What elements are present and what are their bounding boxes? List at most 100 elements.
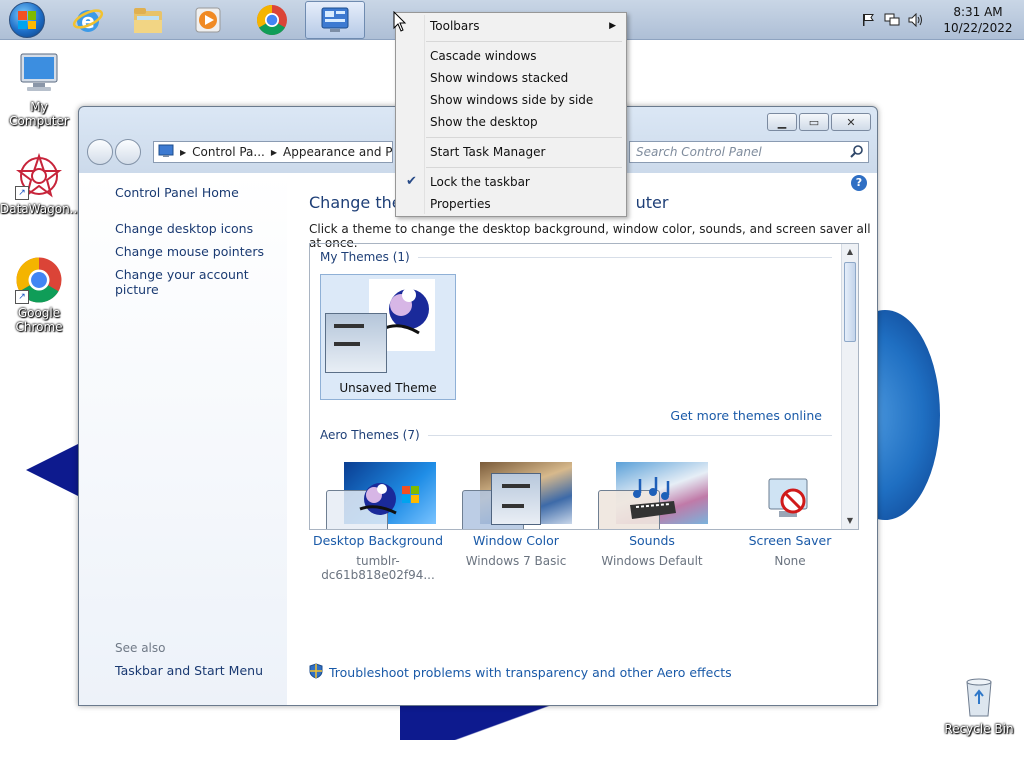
- file-explorer-button[interactable]: [120, 1, 176, 39]
- menu-item-label: Lock the taskbar: [430, 175, 530, 189]
- internet-explorer-icon: e: [72, 9, 104, 33]
- menu-separator: [426, 137, 622, 138]
- menu-item-lock-the-taskbar[interactable]: ✔ Lock the taskbar: [398, 171, 624, 193]
- screen-saver-value: None: [774, 554, 806, 568]
- desktop-icon-my-computer[interactable]: My Computer: [0, 50, 78, 128]
- menu-item-properties[interactable]: Properties: [398, 193, 624, 215]
- desktop-icon-datawagon[interactable]: ↗ DataWagon...: [0, 152, 82, 216]
- menu-item-show-windows-side-by-side[interactable]: Show windows side by side: [398, 89, 624, 111]
- media-player-button[interactable]: [180, 1, 236, 39]
- control-panel-icon: [158, 144, 174, 161]
- maximize-icon: ▭: [808, 115, 820, 129]
- desktop-background-option[interactable]: Desktop Background tumblr-dc61b818e02f94…: [308, 473, 448, 582]
- window-color-label: Window Color: [473, 533, 559, 548]
- scroll-up-icon[interactable]: ▲: [842, 244, 858, 260]
- folder-icon: [134, 8, 162, 33]
- back-button[interactable]: [87, 139, 113, 165]
- sidebar-change-desktop-icons[interactable]: Change desktop icons: [115, 221, 253, 236]
- desktop-background-value: tumblr-dc61b818e02f94...: [321, 554, 435, 582]
- page-title-start: Change the: [309, 193, 402, 212]
- aero-themes-header: Aero Themes (7): [320, 428, 832, 442]
- aero-themes-header-label: Aero Themes (7): [320, 428, 420, 442]
- menu-item-label: Toolbars: [430, 19, 480, 33]
- sounds-value: Windows Default: [601, 554, 703, 568]
- desktop-icon-label: DataWagon...: [0, 202, 82, 216]
- breadcrumb-arrow-icon: ▶: [180, 147, 187, 157]
- menu-item-cascade-windows[interactable]: Cascade windows: [398, 45, 624, 67]
- control-panel-button[interactable]: [305, 1, 365, 39]
- maximize-button[interactable]: ▭: [799, 113, 829, 131]
- get-more-themes-link[interactable]: Get more themes online: [670, 408, 822, 423]
- close-icon: ✕: [846, 115, 856, 129]
- help-icon[interactable]: ?: [851, 175, 867, 191]
- desktop-icon-recycle-bin[interactable]: Recycle Bin: [940, 672, 1018, 736]
- sounds-option[interactable]: Sounds Windows Default: [582, 473, 722, 568]
- window-color-icon: [491, 473, 541, 525]
- sidebar-change-account-picture[interactable]: Change your account picture: [115, 267, 287, 297]
- submenu-arrow-icon: ▶: [609, 21, 616, 31]
- clock[interactable]: 8:31 AM 10/22/2022: [932, 4, 1024, 36]
- volume-icon[interactable]: [908, 12, 924, 28]
- minimize-button[interactable]: ▁: [767, 113, 797, 131]
- menu-separator: [426, 167, 622, 168]
- troubleshoot-label: Troubleshoot problems with transparency …: [329, 665, 732, 680]
- see-also-label: See also: [115, 641, 166, 655]
- window-controls: ▁ ▭ ✕: [767, 113, 871, 131]
- sounds-label: Sounds: [629, 533, 675, 548]
- taskbar-context-menu: Toolbars ▶ Cascade windows Show windows …: [395, 12, 627, 217]
- screen-saver-icon: [764, 473, 816, 525]
- theme-unsaved[interactable]: Unsaved Theme: [320, 274, 456, 400]
- sidebar-taskbar-start-menu[interactable]: Taskbar and Start Menu: [115, 663, 263, 678]
- search-placeholder: Search Control Panel: [636, 145, 762, 159]
- screen-saver-option[interactable]: Screen Saver None: [720, 473, 860, 568]
- control-panel-icon: [321, 7, 349, 32]
- system-tray: 8:31 AM 10/22/2022: [860, 0, 1024, 40]
- sidebar: Control Panel Home Change desktop icons …: [79, 173, 287, 705]
- main-content: ? Change the uter Click a theme to change…: [287, 173, 877, 705]
- minimize-icon: ▁: [777, 115, 787, 129]
- menu-item-show-windows-stacked[interactable]: Show windows stacked: [398, 67, 624, 89]
- desktop-icon-label: Recycle Bin: [944, 722, 1014, 736]
- desktop-icon-label: My Computer: [9, 100, 69, 128]
- menu-item-toolbars[interactable]: Toolbars ▶: [398, 15, 624, 37]
- action-center-flag-icon[interactable]: [860, 12, 876, 28]
- address-bar[interactable]: ▶ Control Pa... ▶ Appearance and Pers: [153, 141, 393, 163]
- troubleshoot-link[interactable]: Troubleshoot problems with transparency …: [309, 663, 732, 682]
- desktop-icon-label: Google Chrome: [15, 306, 63, 334]
- network-icon[interactable]: [884, 12, 900, 28]
- mouse-cursor-icon: [393, 11, 407, 32]
- close-button[interactable]: ✕: [831, 113, 871, 131]
- chrome-icon: [256, 4, 287, 36]
- clock-date: 10/22/2022: [943, 21, 1013, 35]
- menu-separator: [426, 41, 622, 42]
- sidebar-change-mouse-pointers[interactable]: Change mouse pointers: [115, 244, 264, 259]
- breadcrumb-control-panel[interactable]: Control Pa...: [192, 145, 265, 159]
- window-color-value: Windows 7 Basic: [465, 554, 567, 568]
- wallpaper-shape: [400, 704, 640, 740]
- search-input[interactable]: Search Control Panel: [629, 141, 869, 163]
- computer-icon: [15, 50, 63, 98]
- start-button[interactable]: [0, 1, 54, 39]
- my-themes-header: My Themes (1): [320, 250, 832, 264]
- my-themes-header-label: My Themes (1): [320, 250, 410, 264]
- search-icon[interactable]: [850, 144, 864, 161]
- datawagon-icon: ↗: [15, 152, 63, 200]
- desktop-background-label: Desktop Background: [312, 533, 444, 548]
- shield-icon: [309, 663, 323, 682]
- sounds-icon: [626, 473, 678, 525]
- menu-item-start-task-manager[interactable]: Start Task Manager: [398, 141, 624, 163]
- window-color-option[interactable]: Window Color Windows 7 Basic: [446, 473, 586, 568]
- scrollbar-thumb[interactable]: [844, 262, 856, 342]
- breadcrumb-arrow-icon: ▶: [270, 147, 277, 157]
- wallpaper-triangle: [26, 440, 86, 500]
- page-title-end: uter: [635, 193, 669, 212]
- menu-item-show-the-desktop[interactable]: Show the desktop: [398, 111, 624, 133]
- sidebar-control-panel-home[interactable]: Control Panel Home: [115, 185, 239, 200]
- chrome-icon: ↗: [15, 256, 63, 304]
- desktop-icon-google-chrome[interactable]: ↗ Google Chrome: [0, 256, 78, 334]
- breadcrumb-appearance[interactable]: Appearance and Pers: [283, 145, 392, 159]
- chrome-button[interactable]: [244, 1, 300, 39]
- forward-button[interactable]: [115, 139, 141, 165]
- screen-saver-label: Screen Saver: [748, 533, 832, 548]
- internet-explorer-button[interactable]: e: [60, 1, 116, 39]
